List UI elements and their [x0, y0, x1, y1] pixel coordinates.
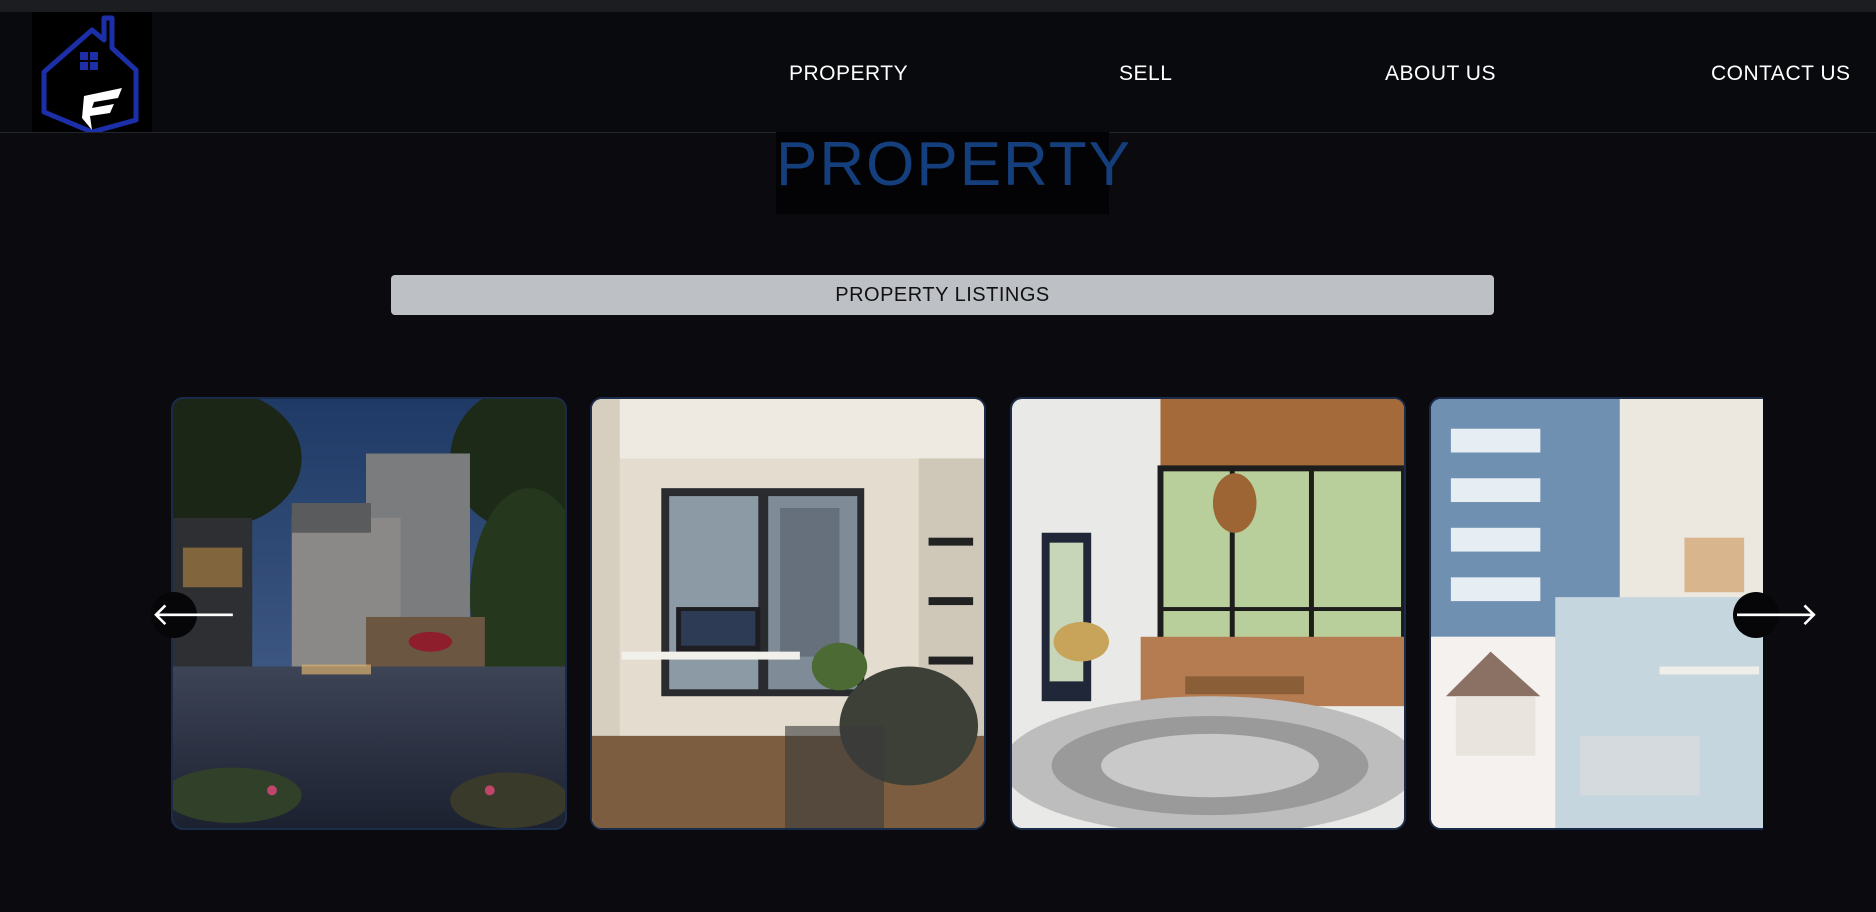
- house-logo-icon: [41, 15, 139, 132]
- nav-about-us-link[interactable]: ABOUT US: [1385, 62, 1496, 86]
- arrow-right-icon: 🡒: [1733, 596, 1819, 632]
- property-card-3[interactable]: [1010, 397, 1406, 830]
- carousel-prev-button[interactable]: 🡐: [151, 592, 237, 638]
- home-office-room-photo: [592, 399, 984, 828]
- nav-property-link[interactable]: PROPERTY: [789, 62, 908, 86]
- property-listings-button[interactable]: PROPERTY LISTINGS: [391, 275, 1494, 315]
- navbar: PROPERTY SELL ABOUT US CONTACT US: [0, 12, 1876, 133]
- arrow-left-icon: 🡐: [151, 596, 237, 632]
- page-title: PROPERTY: [776, 130, 1132, 199]
- living-room-photo: [1012, 399, 1404, 828]
- real-estate-collage-photo: [1431, 399, 1763, 828]
- carousel-next-button[interactable]: 🡒: [1733, 592, 1819, 638]
- property-card-4[interactable]: [1429, 397, 1763, 830]
- property-card-2[interactable]: [590, 397, 986, 830]
- nav-contact-us-link[interactable]: CONTACT US: [1711, 62, 1851, 86]
- nav-sell-link[interactable]: SELL: [1119, 62, 1172, 86]
- page-title-box: PROPERTY: [776, 130, 1130, 214]
- site-logo[interactable]: [32, 12, 152, 132]
